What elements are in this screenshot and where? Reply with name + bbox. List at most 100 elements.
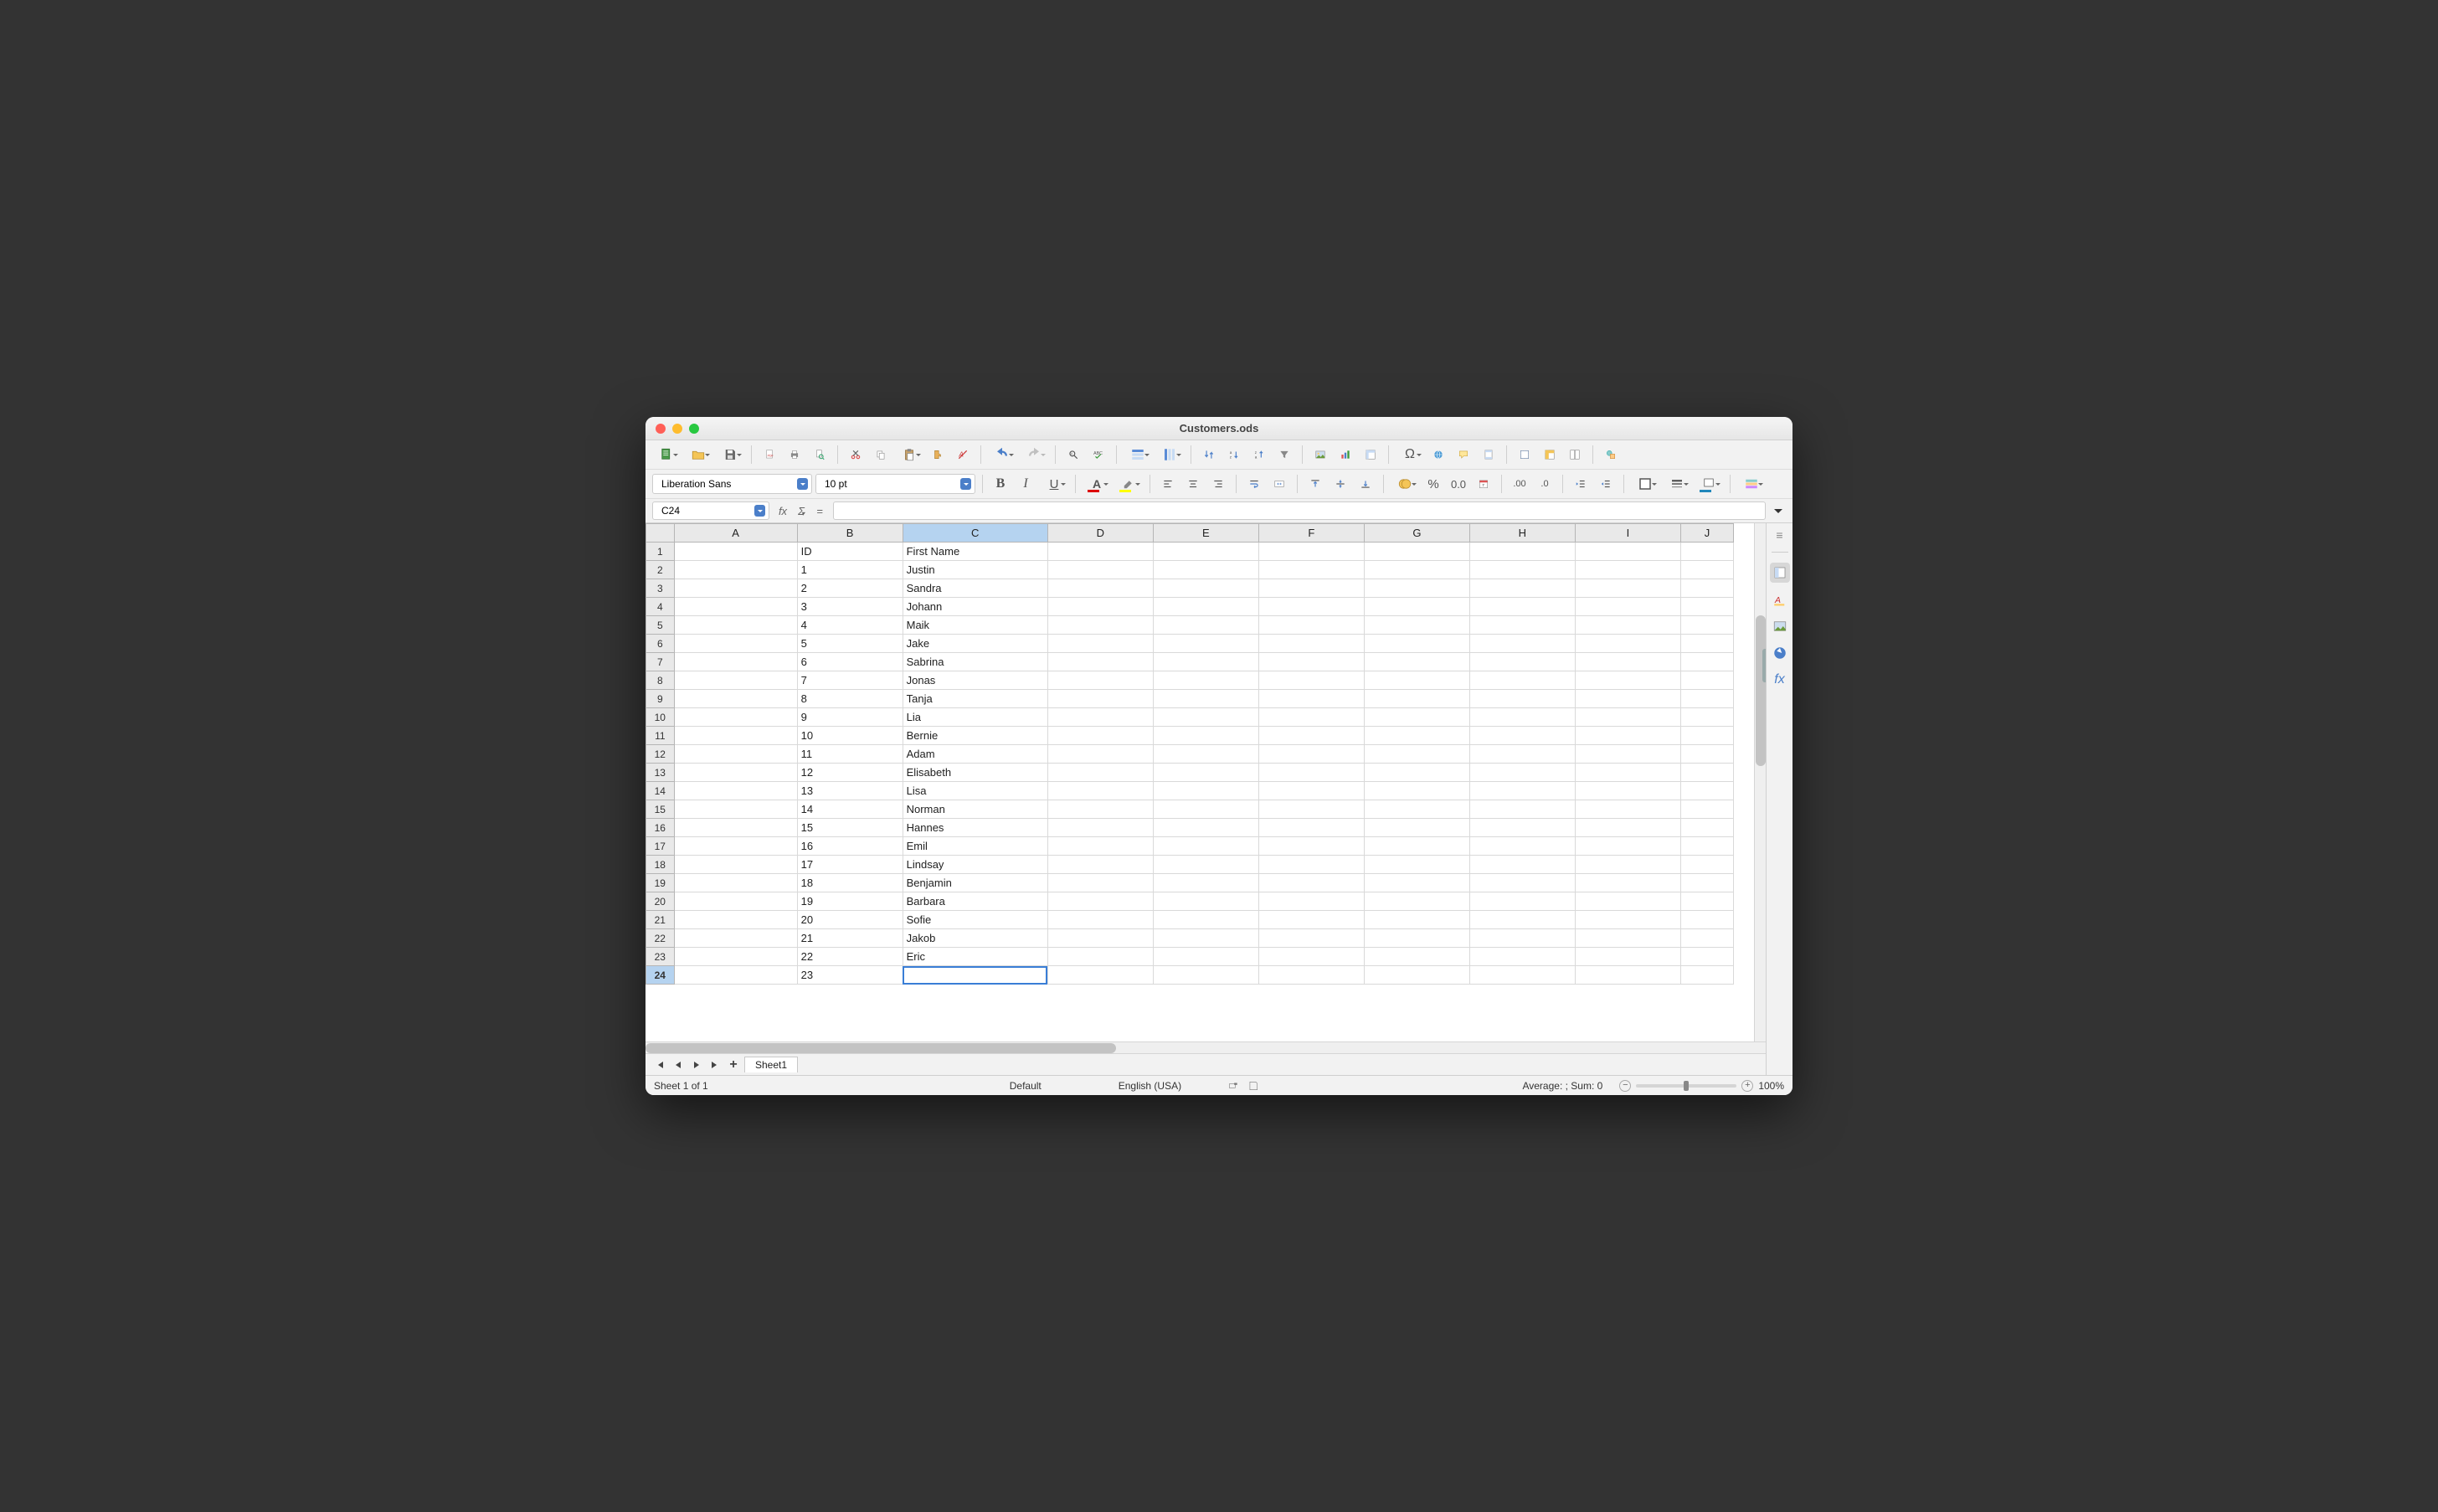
row-header[interactable]: 23 xyxy=(646,948,675,966)
cell[interactable] xyxy=(1153,708,1258,727)
cell[interactable] xyxy=(1153,745,1258,764)
cell[interactable] xyxy=(674,837,797,856)
cell[interactable] xyxy=(1258,671,1364,690)
cell[interactable] xyxy=(1153,782,1258,800)
undo-button[interactable] xyxy=(988,444,1016,465)
cell[interactable] xyxy=(1364,708,1469,727)
cell[interactable] xyxy=(674,892,797,911)
cell[interactable] xyxy=(674,616,797,635)
cell[interactable] xyxy=(1469,819,1575,837)
cell[interactable] xyxy=(1364,966,1469,985)
insert-hyperlink-button[interactable] xyxy=(1427,444,1449,465)
cell[interactable] xyxy=(1575,764,1680,782)
status-summary[interactable]: Average: ; Sum: 0 xyxy=(1522,1080,1602,1092)
cell[interactable]: Justin xyxy=(903,561,1047,579)
row-header[interactable]: 12 xyxy=(646,745,675,764)
cell[interactable] xyxy=(1258,579,1364,598)
italic-button[interactable]: I xyxy=(1015,473,1036,495)
cell[interactable]: 1 xyxy=(797,561,903,579)
cell[interactable] xyxy=(674,579,797,598)
cell[interactable]: Jonas xyxy=(903,671,1047,690)
cell[interactable] xyxy=(1153,671,1258,690)
row-header[interactable]: 24 xyxy=(646,966,675,985)
cell[interactable] xyxy=(1047,616,1153,635)
column-header-H[interactable]: H xyxy=(1469,524,1575,543)
cell[interactable] xyxy=(1680,653,1733,671)
cell[interactable] xyxy=(1364,635,1469,653)
cell[interactable]: 22 xyxy=(797,948,903,966)
font-size-input[interactable] xyxy=(823,477,957,491)
copy-button[interactable] xyxy=(870,444,892,465)
row-header[interactable]: 21 xyxy=(646,911,675,929)
percent-format-button[interactable]: % xyxy=(1422,473,1444,495)
add-sheet-button[interactable]: + xyxy=(726,1057,741,1072)
selection-mode-icon[interactable] xyxy=(1227,1080,1239,1092)
cell[interactable] xyxy=(1575,874,1680,892)
cell[interactable] xyxy=(1575,819,1680,837)
cell[interactable] xyxy=(1469,948,1575,966)
cell[interactable] xyxy=(1364,561,1469,579)
row-header[interactable]: 17 xyxy=(646,837,675,856)
cell[interactable] xyxy=(1258,819,1364,837)
cell[interactable] xyxy=(1153,690,1258,708)
cell[interactable] xyxy=(1680,819,1733,837)
save-document-button[interactable] xyxy=(716,444,744,465)
row-header[interactable]: 9 xyxy=(646,690,675,708)
cell[interactable] xyxy=(1047,782,1153,800)
cell[interactable] xyxy=(1469,727,1575,745)
row-header[interactable]: 6 xyxy=(646,635,675,653)
column-header-C[interactable]: C xyxy=(903,524,1047,543)
zoom-out-button[interactable]: − xyxy=(1619,1080,1631,1092)
cell[interactable] xyxy=(1469,856,1575,874)
cell[interactable] xyxy=(1575,911,1680,929)
cell[interactable]: Sabrina xyxy=(903,653,1047,671)
show-draw-functions-button[interactable] xyxy=(1600,444,1622,465)
cell[interactable] xyxy=(1153,764,1258,782)
cell[interactable]: 11 xyxy=(797,745,903,764)
cell[interactable] xyxy=(1680,929,1733,948)
cell[interactable] xyxy=(1153,911,1258,929)
cell[interactable] xyxy=(1153,874,1258,892)
cell[interactable]: 6 xyxy=(797,653,903,671)
cell[interactable] xyxy=(1680,764,1733,782)
zoom-slider-thumb[interactable] xyxy=(1684,1081,1689,1091)
cell[interactable] xyxy=(674,653,797,671)
align-middle-button[interactable] xyxy=(1330,473,1351,495)
cell[interactable] xyxy=(1680,635,1733,653)
navigator-panel-button[interactable] xyxy=(1770,643,1790,663)
insert-special-char-button[interactable]: Ω xyxy=(1396,444,1424,465)
cell[interactable] xyxy=(1047,561,1153,579)
cell[interactable]: Eric xyxy=(903,948,1047,966)
cell[interactable] xyxy=(1575,543,1680,561)
cell[interactable] xyxy=(1258,561,1364,579)
cell[interactable] xyxy=(1469,966,1575,985)
cell[interactable]: Lisa xyxy=(903,782,1047,800)
cell[interactable] xyxy=(1364,598,1469,616)
cell[interactable]: Jake xyxy=(903,635,1047,653)
cell[interactable] xyxy=(1047,598,1153,616)
cell[interactable] xyxy=(1047,543,1153,561)
cell[interactable]: 4 xyxy=(797,616,903,635)
cell[interactable] xyxy=(1047,579,1153,598)
insert-comment-button[interactable] xyxy=(1453,444,1474,465)
row-header[interactable]: 11 xyxy=(646,727,675,745)
cell[interactable] xyxy=(1680,911,1733,929)
cell[interactable] xyxy=(1469,579,1575,598)
cell[interactable] xyxy=(1258,837,1364,856)
cell[interactable] xyxy=(1258,598,1364,616)
cell[interactable] xyxy=(674,948,797,966)
cell[interactable] xyxy=(1575,929,1680,948)
vertical-scrollbar-thumb[interactable] xyxy=(1756,615,1766,766)
borders-button[interactable] xyxy=(1631,473,1659,495)
row-header[interactable]: 13 xyxy=(646,764,675,782)
cell[interactable]: Tanja xyxy=(903,690,1047,708)
functions-panel-button[interactable]: fx xyxy=(1770,670,1790,690)
cell[interactable] xyxy=(1364,745,1469,764)
wrap-text-button[interactable] xyxy=(1243,473,1265,495)
cell[interactable] xyxy=(1047,690,1153,708)
find-replace-button[interactable]: A xyxy=(1062,444,1084,465)
row-header[interactable]: 19 xyxy=(646,874,675,892)
cell[interactable] xyxy=(674,911,797,929)
cell[interactable]: 21 xyxy=(797,929,903,948)
sort-descending-button[interactable]: za xyxy=(1248,444,1270,465)
